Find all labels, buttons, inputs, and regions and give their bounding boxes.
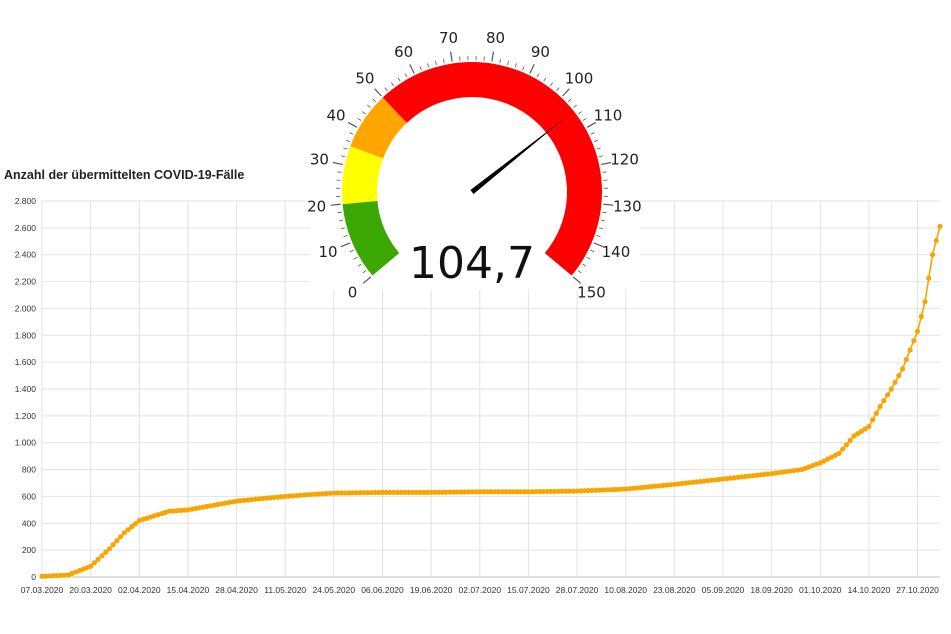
- data-point: [896, 372, 902, 379]
- gauge-tick-label: 50: [355, 70, 374, 88]
- y-tick-label: 2.800: [15, 196, 37, 206]
- data-point: [881, 398, 887, 404]
- line-chart-title: Anzahl der übermittelten COVID-19-Fälle: [4, 168, 244, 182]
- gauge-tick-label: 100: [565, 70, 594, 88]
- x-tick-label: 01.10.2020: [799, 585, 842, 595]
- gauge-tick-label: 40: [326, 107, 345, 125]
- x-tick-label: 07.03.2020: [21, 585, 64, 595]
- data-point: [892, 379, 898, 385]
- data-point: [885, 392, 891, 398]
- data-point: [836, 450, 842, 457]
- y-tick-label: 200: [22, 545, 36, 555]
- x-tick-label: 18.09.2020: [750, 585, 793, 595]
- x-tick-label: 28.07.2020: [556, 585, 599, 595]
- data-point: [911, 338, 917, 344]
- covid-dashboard-figure: Anzahl der übermittelten COVID-19-Fälle …: [4, 29, 943, 595]
- x-tick-label: 20.03.2020: [69, 585, 112, 595]
- y-tick-label: 1.000: [15, 438, 37, 448]
- data-point: [843, 442, 850, 448]
- y-tick-label: 1.600: [15, 357, 37, 367]
- x-tick-label: 15.07.2020: [507, 585, 550, 595]
- gauge-tick-label: 30: [310, 151, 329, 169]
- data-point: [117, 534, 124, 540]
- x-tick-label: 23.08.2020: [653, 585, 696, 595]
- data-point: [873, 410, 879, 416]
- gauge-tick-label: 60: [394, 43, 413, 61]
- data-point: [907, 347, 913, 353]
- data-point: [877, 403, 883, 410]
- data-point: [866, 424, 872, 430]
- gauge-tick-label: 70: [439, 29, 458, 47]
- y-tick-label: 400: [22, 518, 36, 528]
- gauge-tick-label: 90: [531, 43, 550, 61]
- x-tick-label: 24.05.2020: [313, 585, 356, 595]
- gauge-tick-label: 10: [319, 243, 338, 261]
- y-tick-label: 600: [22, 491, 36, 501]
- data-point: [110, 542, 116, 548]
- data-point: [933, 238, 939, 244]
- gauge-tick-label: 80: [486, 29, 505, 47]
- gauge-tick-label: 110: [594, 107, 623, 125]
- x-tick-label: 28.04.2020: [215, 585, 258, 595]
- x-tick-label: 05.09.2020: [702, 585, 745, 595]
- x-tick-label: 02.07.2020: [459, 585, 502, 595]
- data-point: [926, 275, 932, 281]
- x-tick-label: 11.05.2020: [264, 585, 306, 595]
- x-tick-label: 06.06.2020: [361, 585, 404, 595]
- x-tick-label: 10.08.2020: [604, 585, 647, 595]
- gauge-value-readout: 104,7: [409, 238, 535, 289]
- x-tick-label: 14.10.2020: [848, 585, 891, 595]
- x-tick-label: 19.06.2020: [410, 585, 453, 595]
- gauge-tick-label: 20: [307, 198, 326, 216]
- data-point: [114, 538, 120, 544]
- data-point: [918, 313, 924, 320]
- data-point: [914, 328, 921, 334]
- gauge-tick-label: 140: [602, 243, 631, 261]
- y-tick-label: 1.200: [15, 411, 37, 421]
- y-tick-label: 0: [31, 572, 36, 582]
- x-tick-label: 15.04.2020: [167, 585, 210, 595]
- data-point: [870, 417, 876, 423]
- y-tick-label: 2.200: [15, 277, 37, 287]
- y-tick-label: 2.400: [15, 250, 37, 260]
- data-point: [888, 386, 894, 392]
- data-point: [899, 366, 906, 372]
- y-tick-label: 2.600: [15, 223, 37, 233]
- data-point: [106, 546, 112, 552]
- y-tick-label: 1.800: [15, 330, 37, 340]
- gauge-tick-label: 150: [577, 283, 606, 301]
- gauge-tick-label: 0: [348, 283, 358, 301]
- data-point: [847, 437, 853, 443]
- y-tick-label: 800: [22, 465, 36, 475]
- x-tick-label: 02.04.2020: [118, 585, 161, 595]
- y-tick-label: 1.400: [15, 384, 37, 394]
- y-tick-label: 2.000: [15, 303, 37, 313]
- data-point: [922, 299, 928, 305]
- data-point: [937, 223, 943, 230]
- gauge-tick-label: 130: [613, 198, 642, 216]
- gauge-tick-label: 120: [610, 151, 639, 169]
- data-point: [903, 356, 909, 363]
- data-point: [929, 252, 936, 258]
- data-point: [840, 446, 846, 452]
- x-tick-label: 27.10.2020: [896, 585, 939, 595]
